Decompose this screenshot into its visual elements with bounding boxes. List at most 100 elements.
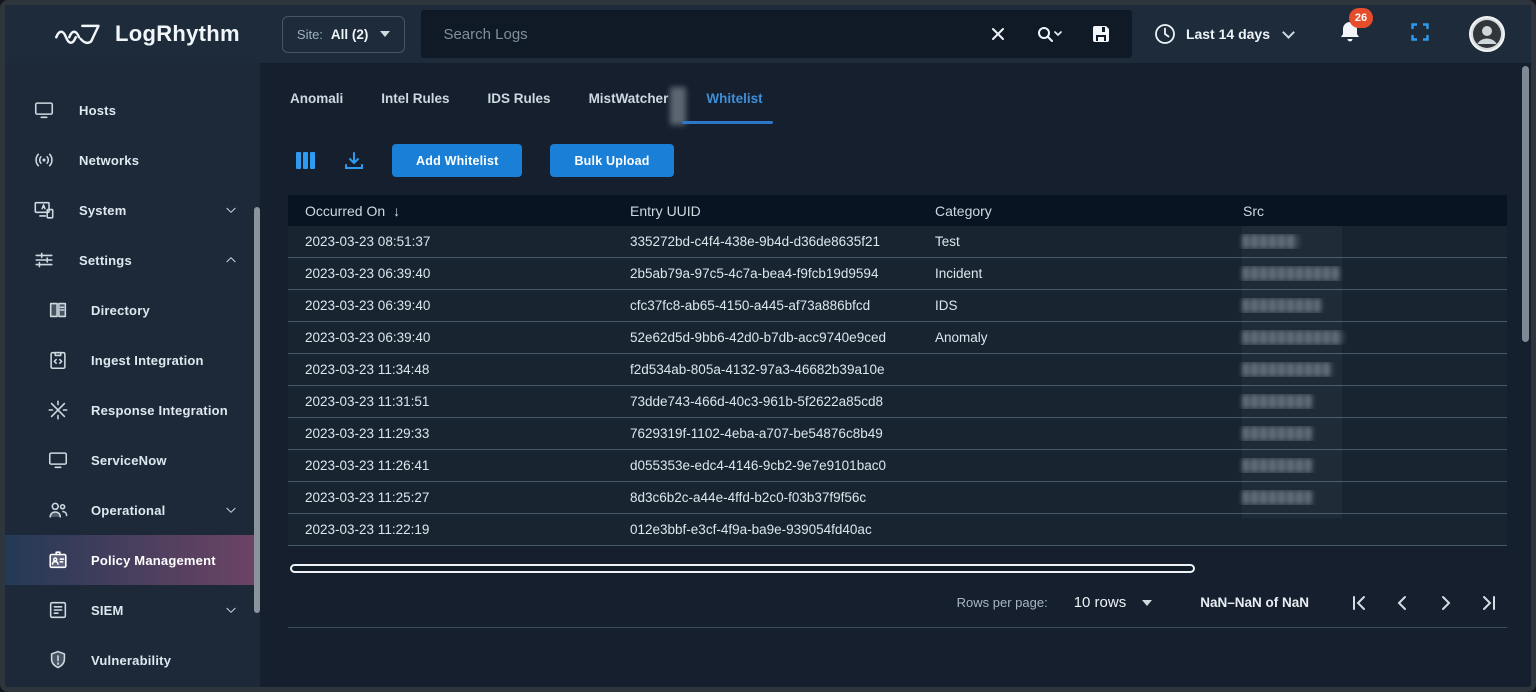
main-vertical-scrollbar-thumb[interactable] [1522, 66, 1529, 342]
last-page-button[interactable] [1480, 595, 1497, 611]
clipboard-icon [47, 349, 69, 371]
sidebar-item-siem[interactable]: SIEM [5, 585, 260, 635]
avatar[interactable] [1469, 16, 1505, 52]
cell-entry-uuid: 335272bd-c4f4-438e-9b4d-d36de8635f21 [613, 234, 918, 249]
cell-entry-uuid: 73dde743-466d-40c3-961b-5f2622a85cd8 [613, 394, 918, 409]
cell-src [1226, 394, 1507, 410]
cell-occurred-on: 2023-03-23 11:26:41 [288, 458, 613, 473]
app-window: LogRhythm Site: All (2) [0, 0, 1536, 692]
sidebar-item-hosts[interactable]: Hosts [5, 85, 260, 135]
table-row[interactable]: 2023-03-23 11:26:41 d055353e-edc4-4146-9… [288, 450, 1507, 482]
devices-icon [33, 199, 55, 221]
redacted-src-value [1243, 234, 1298, 249]
monitor-icon [47, 449, 69, 471]
book-icon [47, 299, 69, 321]
cell-src [1226, 426, 1507, 442]
cell-src [1226, 490, 1507, 506]
sidebar-item-system[interactable]: System [5, 185, 260, 235]
clear-search-icon[interactable] [990, 26, 1006, 42]
sidebar-item-response-integration[interactable]: Response Integration [5, 385, 260, 435]
user-icon [1472, 19, 1502, 49]
column-header-occurred-on[interactable]: Occurred On ↓ [288, 203, 613, 219]
first-page-button[interactable] [1351, 595, 1368, 611]
tab-ids-rules[interactable]: IDS Rules [486, 83, 553, 130]
monitor-icon [33, 99, 55, 121]
tab-anomali[interactable]: Anomali [288, 83, 345, 130]
chevron-down-icon [224, 503, 238, 517]
table-row[interactable]: 2023-03-23 11:22:19 012e3bbf-e3cf-4f9a-b… [288, 514, 1507, 546]
site-dropdown[interactable]: Site: All (2) [282, 16, 406, 53]
toolbar: Add Whitelist Bulk Upload [288, 144, 1507, 177]
cell-category: Incident [918, 266, 1226, 281]
sidebar: Hosts Networks System Settings Directory… [5, 63, 260, 687]
sidebar-item-servicenow[interactable]: ServiceNow [5, 435, 260, 485]
search-input[interactable] [443, 26, 990, 43]
sidebar-item-networks[interactable]: Networks [5, 135, 260, 185]
brand-name: LogRhythm [115, 21, 240, 47]
caret-down-icon [1142, 600, 1152, 606]
chevron-down-icon [1282, 26, 1295, 39]
cell-src [1226, 458, 1507, 474]
column-header-category[interactable]: Category [918, 203, 1226, 219]
sidebar-item-settings[interactable]: Settings [5, 235, 260, 285]
column-header-src[interactable]: Src [1226, 203, 1507, 219]
sidebar-item-ingest-integration[interactable]: Ingest Integration [5, 335, 260, 385]
table-row[interactable]: 2023-03-23 11:34:48 f2d534ab-805a-4132-9… [288, 354, 1507, 386]
table-row[interactable]: 2023-03-23 11:31:51 73dde743-466d-40c3-9… [288, 386, 1507, 418]
search-options-icon[interactable] [1036, 25, 1062, 43]
rows-per-page-dropdown[interactable]: 10 rows [1074, 594, 1153, 611]
bulk-upload-button[interactable]: Bulk Upload [550, 144, 673, 177]
cell-src [1226, 266, 1507, 282]
sliders-icon [33, 249, 55, 271]
tab-whitelist[interactable]: Whitelist [704, 83, 764, 130]
horizontal-scrollbar-thumb[interactable] [290, 564, 1195, 573]
redacted-src-value [1243, 490, 1311, 505]
next-page-button[interactable] [1437, 595, 1454, 611]
cell-src [1226, 330, 1507, 346]
sidebar-item-directory[interactable]: Directory [5, 285, 260, 335]
time-range-dropdown[interactable]: Last 14 days [1154, 23, 1293, 45]
notifications-button[interactable]: 26 [1339, 20, 1361, 49]
sidebar-item-policy-management[interactable]: Policy Management [5, 535, 260, 585]
table-row[interactable]: 2023-03-23 06:39:40 52e62d5d-9bb6-42d0-b… [288, 322, 1507, 354]
save-search-icon[interactable] [1092, 25, 1110, 43]
table-row[interactable]: 2023-03-23 08:51:37 335272bd-c4f4-438e-9… [288, 226, 1507, 258]
broadcast-icon [33, 149, 55, 171]
sidebar-item-vulnerability[interactable]: Vulnerability [5, 635, 260, 685]
cell-entry-uuid: 8d3c6b2c-a44e-4ffd-b2c0-f03b37f9f56c [613, 490, 918, 505]
tab-intel-rules[interactable]: Intel Rules [379, 83, 451, 130]
logrhythm-logo-icon [53, 19, 105, 49]
tools-icon [47, 399, 69, 421]
cell-src [1226, 234, 1507, 250]
fullscreen-icon[interactable] [1411, 23, 1429, 46]
cell-entry-uuid: 52e62d5d-9bb6-42d0-b7db-acc9740e9ced [613, 330, 918, 345]
columns-icon[interactable] [296, 152, 316, 169]
main-content: Anomali Intel Rules IDS Rules MistWatche… [260, 63, 1531, 687]
table-header: Occurred On ↓ Entry UUID Category Src [288, 195, 1507, 226]
add-whitelist-button[interactable]: Add Whitelist [392, 144, 522, 177]
table-row[interactable]: 2023-03-23 11:29:33 7629319f-1102-4eba-a… [288, 418, 1507, 450]
cell-src [1226, 298, 1507, 314]
previous-page-button[interactable] [1394, 595, 1411, 611]
sidebar-item-operational[interactable]: Operational [5, 485, 260, 535]
cell-occurred-on: 2023-03-23 06:39:40 [288, 298, 613, 313]
column-header-entry-uuid[interactable]: Entry UUID [613, 203, 918, 219]
table-row[interactable]: 2023-03-23 11:25:27 8d3c6b2c-a44e-4ffd-b… [288, 482, 1507, 514]
site-value: All (2) [331, 27, 369, 42]
cell-entry-uuid: f2d534ab-805a-4132-97a3-46682b39a10e [613, 362, 918, 377]
caret-down-icon [380, 31, 390, 37]
whitelist-table: Occurred On ↓ Entry UUID Category Src 20… [288, 195, 1507, 546]
users-icon [47, 499, 69, 521]
cell-occurred-on: 2023-03-23 11:31:51 [288, 394, 613, 409]
pagination-range: NaN–NaN of NaN [1200, 595, 1309, 610]
time-range-value: Last 14 days [1186, 26, 1270, 42]
redacted-src-value [1243, 394, 1311, 409]
table-row[interactable]: 2023-03-23 06:39:40 cfc37fc8-ab65-4150-a… [288, 290, 1507, 322]
cell-category: Anomaly [918, 330, 1226, 345]
redaction-blur [670, 87, 686, 125]
download-icon[interactable] [344, 151, 364, 171]
cell-occurred-on: 2023-03-23 06:39:40 [288, 330, 613, 345]
table-row[interactable]: 2023-03-23 06:39:40 2b5ab79a-97c5-4c7a-b… [288, 258, 1507, 290]
cell-entry-uuid: 7629319f-1102-4eba-a707-be54876c8b49 [613, 426, 918, 441]
tab-mistwatcher[interactable]: MistWatcher [587, 83, 671, 130]
